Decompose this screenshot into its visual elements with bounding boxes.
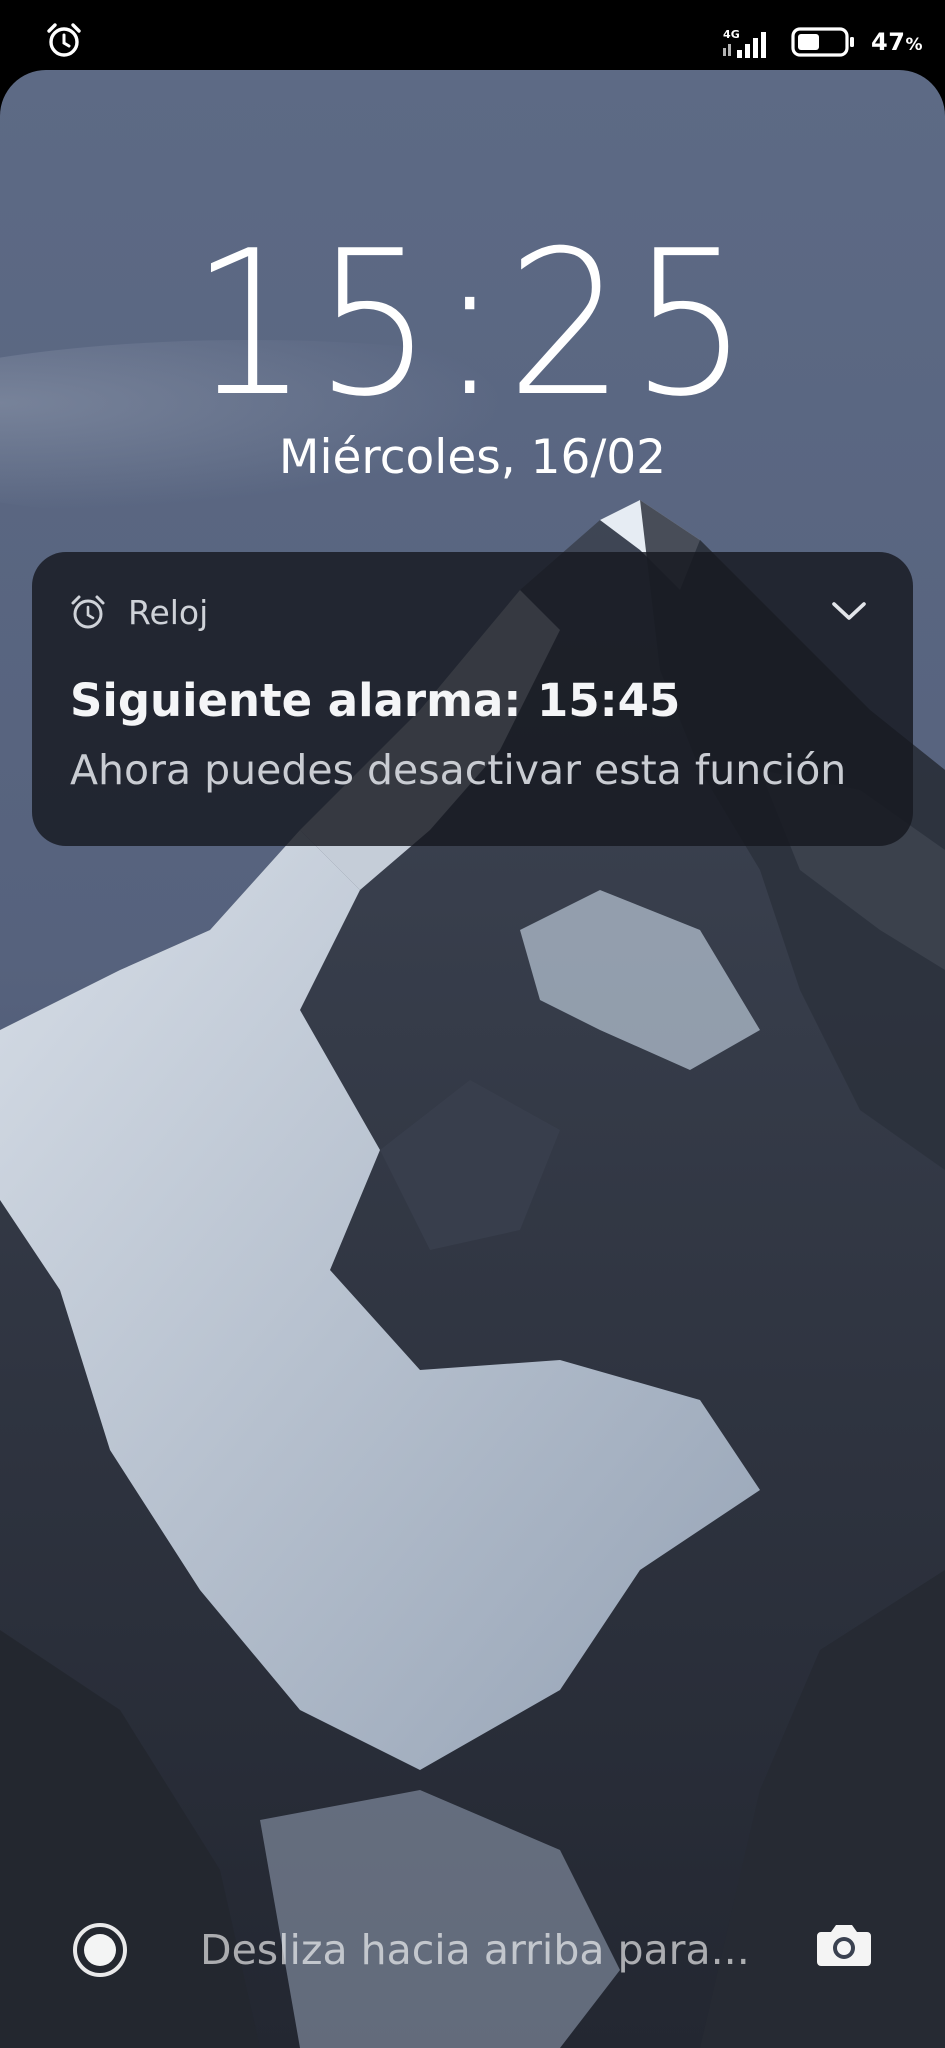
lock-screen[interactable]: 15:25 Miércoles, 16/02 Reloj Siguiente a… [0, 70, 945, 2048]
notification-app-header: Reloj [68, 592, 208, 632]
network-type: 4G [723, 28, 740, 41]
chevron-down-icon[interactable] [829, 596, 869, 628]
unlock-hint: Desliza hacia arriba para... [200, 1926, 750, 1974]
record-circle-icon[interactable] [70, 1920, 130, 1980]
signal-bars-icon: 4G [721, 24, 777, 60]
lockscreen-date: Miércoles, 16/02 [278, 430, 667, 485]
alarm-clock-icon [71, 595, 105, 629]
battery-percentage: 47% [871, 28, 923, 56]
notification-text: Ahora puedes desactivar esta función [70, 746, 847, 794]
alarm-clock-icon [47, 23, 81, 57]
notification-app-name: Reloj [128, 592, 209, 632]
lockscreen-clock: 15:25 [190, 208, 755, 441]
notification-title: Siguiente alarma: 15:45 [70, 674, 681, 727]
notification-card[interactable]: Reloj Siguiente alarma: 15:45 Ahora pued… [32, 552, 913, 846]
camera-icon[interactable] [815, 1918, 873, 1970]
status-bar: 4G 47% [0, 0, 945, 70]
battery-icon [791, 27, 855, 57]
